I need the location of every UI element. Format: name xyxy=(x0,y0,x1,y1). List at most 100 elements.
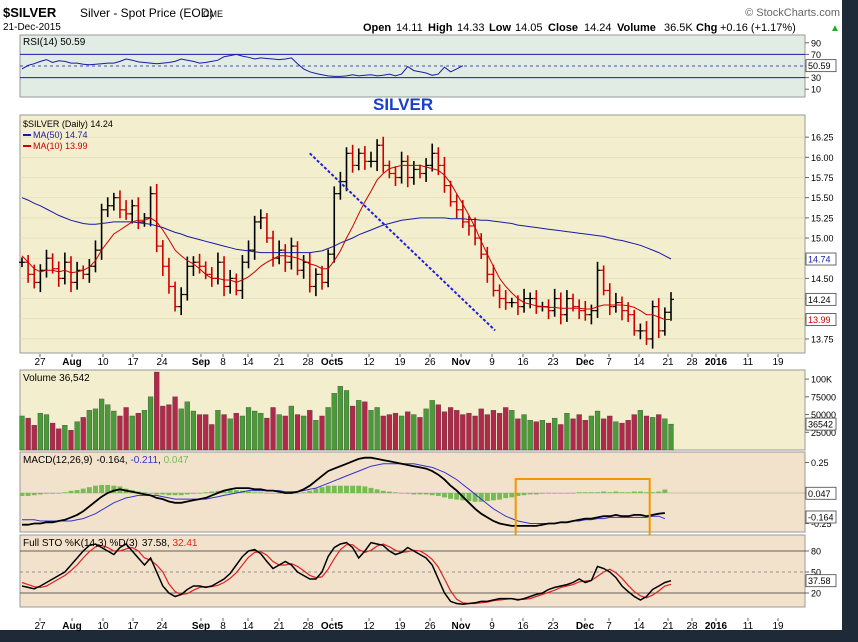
volume-bar xyxy=(25,417,31,451)
silver-annotation: SILVER xyxy=(373,95,433,114)
x-tick-label: 21 xyxy=(662,357,674,368)
volume-legend: Volume 36,542 xyxy=(23,373,90,384)
macd-histogram-bar xyxy=(246,491,251,493)
x-tick-label: 17 xyxy=(127,357,139,368)
volume-bar xyxy=(343,390,350,451)
volume-bar xyxy=(258,412,264,451)
x-tick-label: 19 xyxy=(394,357,406,368)
symbol-title: $SILVER xyxy=(3,5,57,20)
volume-bar xyxy=(294,414,301,451)
macd-histogram-bar xyxy=(399,493,405,494)
volume-bar xyxy=(331,393,337,451)
copyright-label[interactable]: © StockCharts.com xyxy=(745,7,840,19)
volume-bar xyxy=(98,398,105,451)
volume-bar xyxy=(460,414,466,451)
volume-bar xyxy=(423,408,429,451)
macd-histogram-bar xyxy=(601,491,607,493)
volume-label: Volume xyxy=(617,22,656,34)
x-tick-label: 23 xyxy=(547,621,559,632)
macd-histogram-bar xyxy=(295,493,300,494)
macd-histogram-bar xyxy=(386,491,392,493)
volume-bar xyxy=(417,417,423,451)
macd-histogram-bar xyxy=(497,493,503,500)
volume-bar xyxy=(521,414,527,451)
volume-bar xyxy=(196,414,203,451)
x-tick-label: Dec xyxy=(576,621,595,632)
x-tick-label: 17 xyxy=(127,621,139,632)
x-tick-label: 24 xyxy=(156,357,168,368)
stochastic-y-tick-label: 80 xyxy=(811,547,821,557)
volume-bar xyxy=(141,410,148,451)
volume-bar xyxy=(625,420,631,451)
volume-bar xyxy=(472,415,478,451)
x-tick-label: Nov xyxy=(452,621,471,632)
macd-histogram-bar xyxy=(588,492,594,493)
macd-legend-name: MACD(12,26,9) xyxy=(23,455,92,466)
x-tick-label: 2016 xyxy=(705,621,728,632)
x-tick-label: 26 xyxy=(424,357,436,368)
volume-bar xyxy=(129,415,135,451)
macd-histogram-bar xyxy=(607,492,613,493)
macd-histogram-bar xyxy=(558,493,564,494)
volume-bar xyxy=(282,415,288,451)
macd-histogram-bar xyxy=(662,489,668,493)
volume-bar xyxy=(123,407,129,451)
symbol-description: Silver - Spot Price (EOD) xyxy=(80,6,213,20)
volume-bar xyxy=(209,424,215,451)
volume-bar xyxy=(68,429,74,451)
macd-histogram-bar xyxy=(503,493,509,499)
volume-bar xyxy=(447,407,454,451)
x-tick-label: 16 xyxy=(517,357,529,368)
volume-bar xyxy=(313,420,319,451)
price-y-tick-label: 16.25 xyxy=(811,133,834,143)
macd-histogram-bar xyxy=(454,493,460,500)
x-tick-label: 11 xyxy=(743,621,754,632)
price-panel-bg xyxy=(19,114,806,354)
volume-bar xyxy=(515,418,521,451)
volume-bar xyxy=(588,415,595,451)
macd-histogram-bar xyxy=(484,493,490,502)
volume-bar xyxy=(86,410,92,451)
macd-histogram-bar xyxy=(276,493,282,494)
macd-histogram-bar xyxy=(160,493,166,495)
volume-bar xyxy=(368,410,374,451)
volume-bar xyxy=(503,407,509,451)
volume-bar xyxy=(325,407,331,451)
macd-histogram-bar xyxy=(417,493,423,495)
volume-bar xyxy=(37,412,43,451)
macd-histogram-bar xyxy=(539,493,545,494)
price-value-tag: 14.24 xyxy=(808,295,831,305)
rsi-y-tick-label: 10 xyxy=(811,85,821,95)
volume-bar xyxy=(252,410,258,451)
macd-histogram-bar xyxy=(25,493,31,496)
volume-bar xyxy=(643,415,650,451)
up-arrow-icon: ▲ xyxy=(830,23,840,34)
x-tick-label: 21 xyxy=(273,621,285,632)
volume-bar xyxy=(656,414,662,451)
macd-hist-tag: 0.047 xyxy=(808,489,831,499)
volume-bar xyxy=(582,420,588,451)
volume-bar xyxy=(184,401,190,451)
volume-bar xyxy=(43,414,50,451)
volume-bar xyxy=(215,410,221,451)
volume-bar xyxy=(319,415,325,451)
macd-histogram-bar xyxy=(313,488,319,493)
x-tick-label: 19 xyxy=(772,621,784,632)
macd-histogram-bar xyxy=(350,485,356,493)
ma10-legend-value: 13.99 xyxy=(65,141,88,151)
x-tick-label: 14 xyxy=(242,621,254,632)
exchange-label: CME xyxy=(203,9,223,19)
macd-histogram-bar xyxy=(552,493,558,494)
volume-bar xyxy=(264,417,270,451)
volume-bar xyxy=(350,405,356,451)
volume-bar xyxy=(172,396,178,451)
price-panel: SILVER $SILVER (Daily) 14.24 MA(50) 14.7… xyxy=(19,95,806,354)
stochastic-y-tick-label: 20 xyxy=(811,589,821,599)
x-tick-label: 21 xyxy=(273,357,285,368)
volume-bar xyxy=(539,420,546,451)
x-tick-label: Oct5 xyxy=(321,357,344,368)
x-tick-label: 9 xyxy=(489,621,495,632)
rsi-y-tick-label: 90 xyxy=(811,38,821,48)
macd-histogram-bar xyxy=(546,493,551,494)
volume-bar xyxy=(19,415,25,451)
